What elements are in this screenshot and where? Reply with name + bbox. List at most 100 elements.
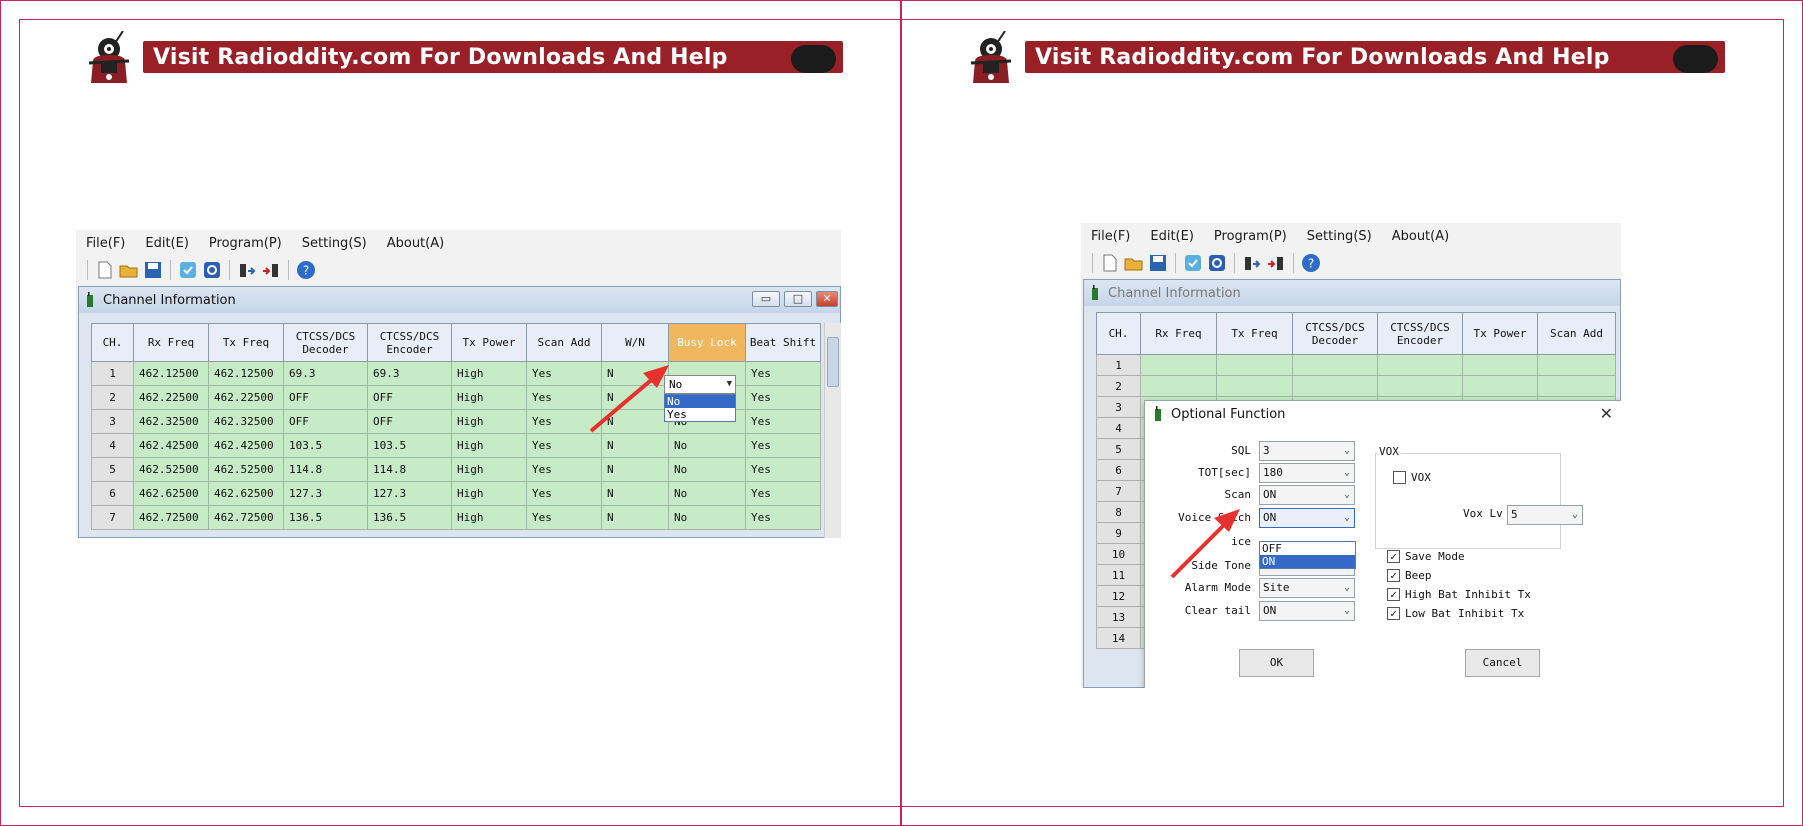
table-cell[interactable]: 69.3 xyxy=(283,361,368,386)
table-cell[interactable]: No xyxy=(668,505,746,530)
table-cell[interactable]: No xyxy=(668,481,746,506)
table-cell[interactable]: High xyxy=(451,457,527,482)
read-radio-icon[interactable] xyxy=(178,260,198,280)
menu-setting[interactable]: Setting(S) xyxy=(1307,229,1372,244)
table-cell[interactable] xyxy=(1140,375,1217,397)
help-icon[interactable]: ? xyxy=(1301,253,1321,273)
field-select[interactable]: 3 ⌄ xyxy=(1259,441,1355,461)
table-row[interactable]: 2 xyxy=(1096,375,1616,397)
table-cell[interactable]: N xyxy=(601,385,669,410)
table-cell[interactable] xyxy=(1537,354,1616,376)
table-row[interactable]: 7 462.72500 462.72500 136.5 136.5 High Yes N No Y… xyxy=(91,505,821,530)
table-cell[interactable]: 103.5 xyxy=(367,433,452,458)
table-cell[interactable]: Yes xyxy=(745,481,821,506)
table-cell[interactable]: 136.5 xyxy=(367,505,452,530)
dropdown-option[interactable]: ON xyxy=(1260,555,1355,568)
table-row[interactable]: 4 462.42500 462.42500 103.5 103.5 High Yes N No Y… xyxy=(91,433,821,458)
field-select[interactable]: ON ⌄ xyxy=(1259,485,1355,505)
field-select[interactable]: ON ⌄ xyxy=(1259,508,1355,528)
table-cell[interactable]: 127.3 xyxy=(283,481,368,506)
table-cell[interactable]: 462.22500 xyxy=(133,385,209,410)
table-cell[interactable]: Yes xyxy=(526,505,602,530)
table-cell[interactable]: Yes xyxy=(526,457,602,482)
table-cell[interactable]: Yes xyxy=(526,481,602,506)
write-to-radio-icon[interactable] xyxy=(261,260,281,280)
dropdown-option[interactable]: OFF xyxy=(1260,542,1355,555)
menu-edit[interactable]: Edit(E) xyxy=(145,236,189,251)
table-cell[interactable] xyxy=(1292,354,1378,376)
table-cell[interactable]: 136.5 xyxy=(283,505,368,530)
table-cell[interactable]: OFF xyxy=(367,409,452,434)
cancel-button[interactable]: Cancel xyxy=(1465,649,1540,677)
table-cell[interactable]: High xyxy=(451,385,527,410)
table-cell[interactable]: 462.62500 xyxy=(208,481,284,506)
table-cell[interactable]: Yes xyxy=(526,361,602,386)
close-button[interactable]: ✕ xyxy=(816,291,838,307)
table-cell[interactable]: 462.32500 xyxy=(133,409,209,434)
menu-file[interactable]: File(F) xyxy=(86,236,125,251)
table-cell[interactable] xyxy=(1377,354,1463,376)
open-folder-icon[interactable] xyxy=(119,260,139,280)
table-cell[interactable] xyxy=(1462,354,1538,376)
table-cell[interactable]: High xyxy=(451,433,527,458)
minimize-button[interactable]: ▭ xyxy=(752,291,780,307)
table-cell[interactable] xyxy=(1216,354,1293,376)
option-checkbox[interactable]: ✓ xyxy=(1387,569,1400,582)
table-cell[interactable]: 462.42500 xyxy=(133,433,209,458)
table-cell[interactable]: No xyxy=(668,457,746,482)
menu-about[interactable]: About(A) xyxy=(1392,229,1449,244)
table-cell[interactable]: Yes xyxy=(745,457,821,482)
open-folder-icon[interactable] xyxy=(1124,253,1144,273)
menu-program[interactable]: Program(P) xyxy=(1214,229,1287,244)
new-file-icon[interactable] xyxy=(95,260,115,280)
table-cell[interactable]: 462.72500 xyxy=(208,505,284,530)
table-cell[interactable] xyxy=(1462,375,1538,397)
table-cell[interactable]: 462.62500 xyxy=(133,481,209,506)
table-cell[interactable] xyxy=(1140,354,1217,376)
table-cell[interactable]: Yes xyxy=(526,433,602,458)
table-cell[interactable] xyxy=(1537,375,1616,397)
save-icon[interactable] xyxy=(1148,253,1168,273)
field-select[interactable]: ON ⌄ xyxy=(1259,601,1355,621)
table-cell[interactable]: 462.22500 xyxy=(208,385,284,410)
scrollbar-thumb[interactable] xyxy=(827,337,839,387)
settings-icon[interactable] xyxy=(202,260,222,280)
table-cell[interactable]: OFF xyxy=(283,409,368,434)
write-to-radio-icon[interactable] xyxy=(1266,253,1286,273)
help-icon[interactable]: ? xyxy=(296,260,316,280)
dropdown-option[interactable]: No xyxy=(665,395,735,408)
table-cell[interactable]: N xyxy=(601,505,669,530)
table-cell[interactable]: 103.5 xyxy=(283,433,368,458)
table-cell[interactable]: N xyxy=(601,457,669,482)
new-file-icon[interactable] xyxy=(1100,253,1120,273)
table-cell[interactable]: High xyxy=(451,409,527,434)
table-row[interactable]: 5 462.52500 462.52500 114.8 114.8 High Yes N No Y… xyxy=(91,457,821,482)
table-cell[interactable]: N xyxy=(601,481,669,506)
close-icon[interactable]: ✕ xyxy=(1600,404,1613,423)
vox-checkbox[interactable] xyxy=(1393,471,1406,484)
table-cell[interactable]: 462.52500 xyxy=(133,457,209,482)
table-cell[interactable]: 69.3 xyxy=(367,361,452,386)
table-row[interactable]: 1 xyxy=(1096,354,1616,376)
read-from-radio-icon[interactable] xyxy=(1242,253,1262,273)
table-cell[interactable]: High xyxy=(451,505,527,530)
table-cell[interactable]: Yes xyxy=(745,385,821,410)
save-icon[interactable] xyxy=(143,260,163,280)
table-row[interactable]: 6 462.62500 462.62500 127.3 127.3 High Yes N No Y… xyxy=(91,481,821,506)
table-cell[interactable]: 114.8 xyxy=(367,457,452,482)
table-cell[interactable]: 462.12500 xyxy=(208,361,284,386)
table-cell[interactable]: Yes xyxy=(745,505,821,530)
table-cell[interactable]: N xyxy=(601,433,669,458)
table-scrollbar[interactable] xyxy=(824,323,841,538)
settings-icon[interactable] xyxy=(1207,253,1227,273)
menu-edit[interactable]: Edit(E) xyxy=(1150,229,1194,244)
option-checkbox[interactable]: ✓ xyxy=(1387,550,1400,563)
table-cell[interactable] xyxy=(1216,375,1293,397)
option-checkbox[interactable]: ✓ xyxy=(1387,607,1400,620)
table-cell[interactable]: N xyxy=(601,409,669,434)
menu-setting[interactable]: Setting(S) xyxy=(302,236,367,251)
ok-button[interactable]: OK xyxy=(1239,649,1314,677)
table-cell[interactable]: High xyxy=(451,361,527,386)
dropdown-option[interactable]: Yes xyxy=(665,408,735,421)
table-cell[interactable] xyxy=(1377,375,1463,397)
